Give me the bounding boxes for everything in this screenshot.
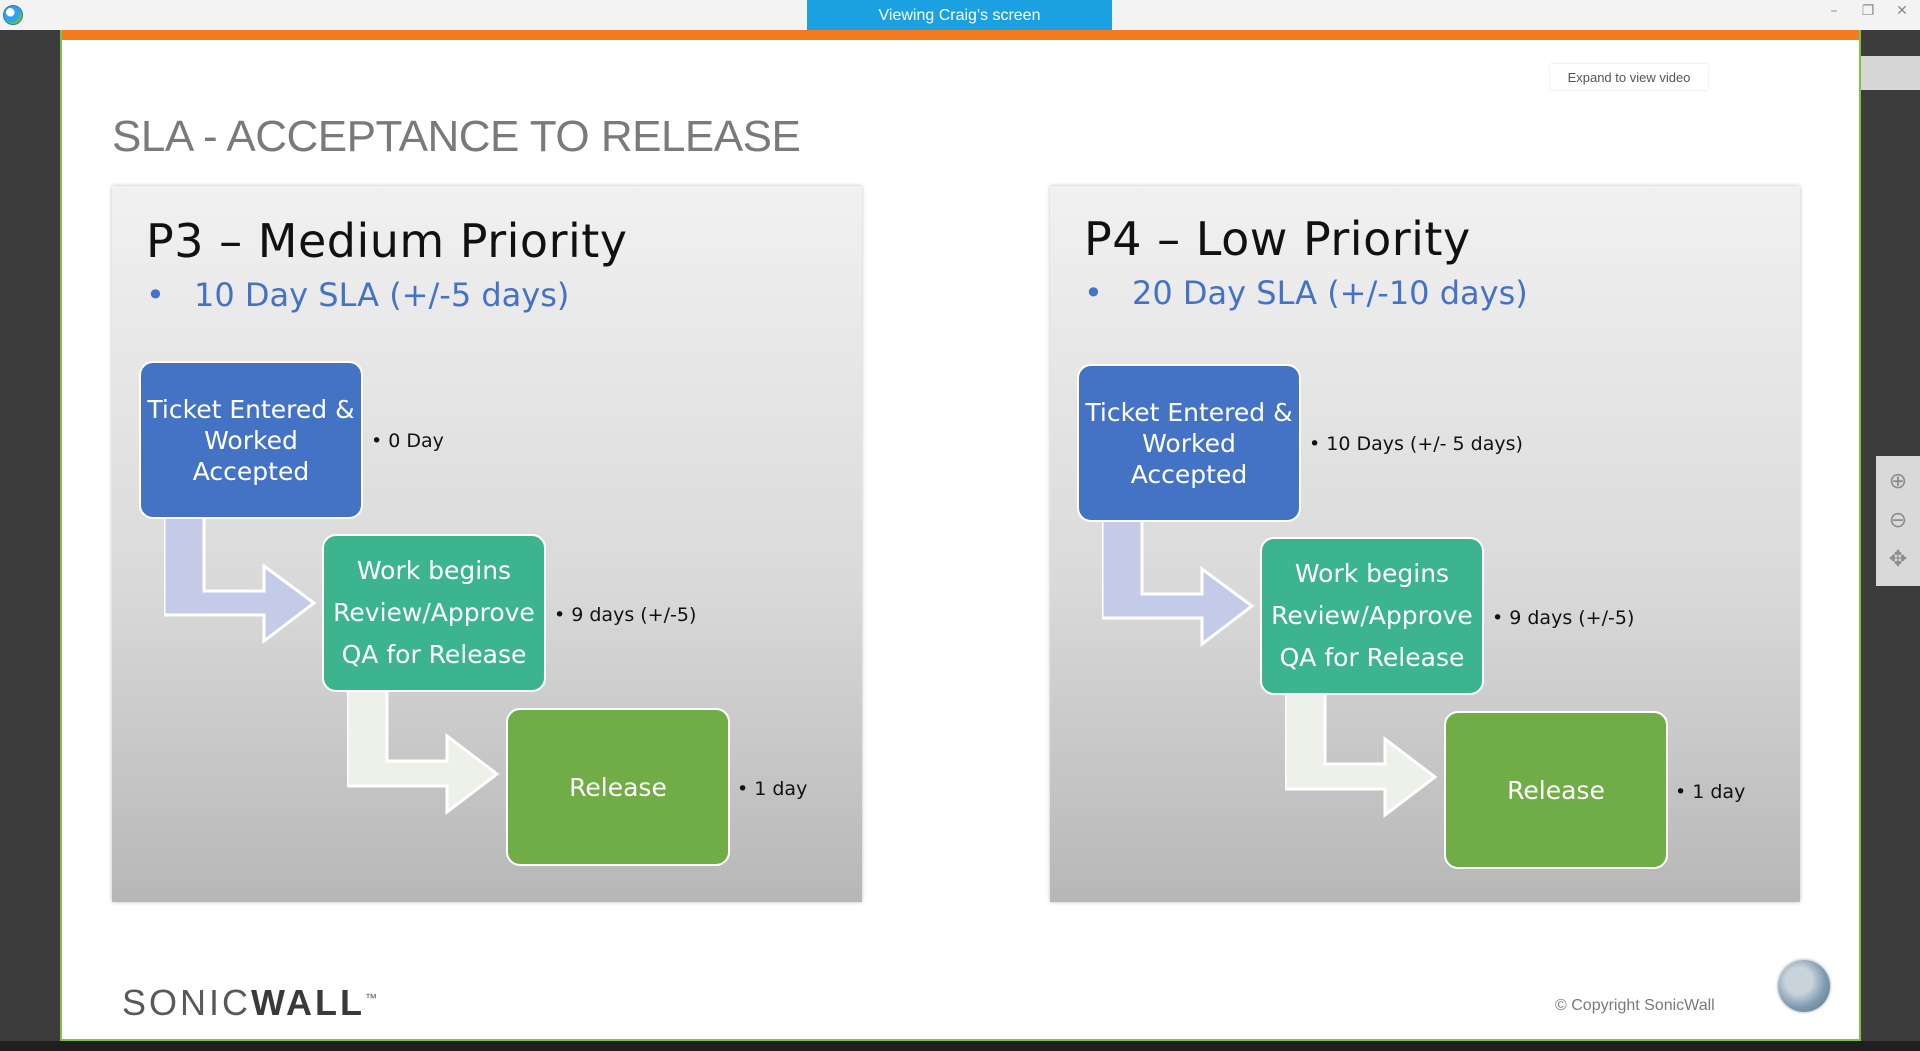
logo-text-wall: WALL xyxy=(251,982,365,1023)
step-line: Accepted xyxy=(192,456,310,486)
step-line: Worked xyxy=(204,425,298,455)
step-line: Release xyxy=(569,772,667,802)
step-line: Work begins xyxy=(1294,559,1450,588)
panel-heading: P4 – Low Priority xyxy=(1084,212,1471,266)
step-line: Worked xyxy=(1142,428,1236,458)
sla-bullet: • 10 Day SLA (+/-5 days) xyxy=(146,276,569,314)
flow-arrow-2 xyxy=(347,686,500,816)
step-note: • 9 days (+/-5) xyxy=(1492,607,1635,629)
zoom-in-icon[interactable]: ⊕ xyxy=(1884,468,1912,496)
accent-bar xyxy=(62,30,1859,40)
step-note: • 1 day xyxy=(737,778,808,800)
zoom-controls: ⊕ ⊖ ✥ xyxy=(1876,456,1920,586)
step-note: • 0 Day xyxy=(371,430,444,452)
zoom-out-icon[interactable]: ⊖ xyxy=(1884,507,1912,535)
step-note: • 10 Days (+/- 5 days) xyxy=(1309,433,1523,455)
step-line: Review/Approve xyxy=(333,598,535,627)
panel-p4: P4 – Low Priority • 20 Day SLA (+/-10 day… xyxy=(1050,186,1800,902)
window-controls: – ❐ ✕ xyxy=(1826,3,1910,19)
bottom-strip xyxy=(0,1041,1920,1051)
copyright-text: © Copyright SonicWall xyxy=(1555,997,1715,1014)
step-ticket-entered: Ticket Entered & Worked Accepted xyxy=(1077,364,1301,522)
sla-text: 10 Day SLA (+/-5 days) xyxy=(194,276,570,314)
step-ticket-entered: Ticket Entered & Worked Accepted xyxy=(139,361,363,519)
flow-arrow-2 xyxy=(1285,689,1438,819)
bullet-icon: • xyxy=(146,276,165,314)
presenter-orb-icon[interactable] xyxy=(1778,960,1830,1012)
sla-bullet: • 20 Day SLA (+/-10 days) xyxy=(1084,274,1528,312)
step-line: Ticket Entered & xyxy=(1085,397,1293,427)
step-work-begins: Work begins Review/Approve QA for Releas… xyxy=(1260,537,1484,695)
bullet-icon: • xyxy=(1084,274,1103,312)
step-line: QA for Release xyxy=(1279,643,1465,672)
step-line: Work begins xyxy=(356,556,512,585)
flow-arrow-1 xyxy=(1102,514,1255,648)
app-logo-icon xyxy=(3,5,23,25)
step-release: Release xyxy=(506,708,730,866)
shared-slide: Expand to view video SLA - ACCEPTANCE TO… xyxy=(60,30,1861,1041)
right-rail-tab xyxy=(1861,56,1920,90)
viewing-screen-tab[interactable]: Viewing Craig's screen xyxy=(807,0,1112,31)
minimize-button[interactable]: – xyxy=(1826,3,1842,19)
step-release: Release xyxy=(1444,711,1668,869)
step-line: Review/Approve xyxy=(1271,601,1473,630)
panel-p3: P3 – Medium Priority • 10 Day SLA (+/-5 d… xyxy=(112,186,862,902)
step-line: Ticket Entered & xyxy=(147,394,355,424)
logo-trademark: ™ xyxy=(365,991,380,1005)
step-line: QA for Release xyxy=(341,640,527,669)
logo-text-sonic: SONIC xyxy=(122,982,252,1023)
flow-arrow-1 xyxy=(164,511,317,645)
step-work-begins: Work begins Review/Approve QA for Releas… xyxy=(322,534,546,692)
pan-icon[interactable]: ✥ xyxy=(1884,546,1912,574)
step-line: Accepted xyxy=(1130,459,1248,489)
step-line: Release xyxy=(1507,775,1605,805)
sonicwall-logo: SONICWALL™ xyxy=(122,982,380,1024)
sla-text: 20 Day SLA (+/-10 days) xyxy=(1132,274,1528,312)
step-note: • 1 day xyxy=(1675,781,1746,803)
expand-video-button[interactable]: Expand to view video xyxy=(1550,64,1708,90)
title-bar: Viewing Craig's screen – ❐ ✕ xyxy=(0,0,1920,31)
step-note: • 9 days (+/-5) xyxy=(554,604,697,626)
panel-heading: P3 – Medium Priority xyxy=(146,214,628,268)
slide-title: SLA - ACCEPTANCE TO RELEASE xyxy=(112,112,801,161)
restore-button[interactable]: ❐ xyxy=(1860,3,1876,19)
close-button[interactable]: ✕ xyxy=(1894,3,1910,19)
